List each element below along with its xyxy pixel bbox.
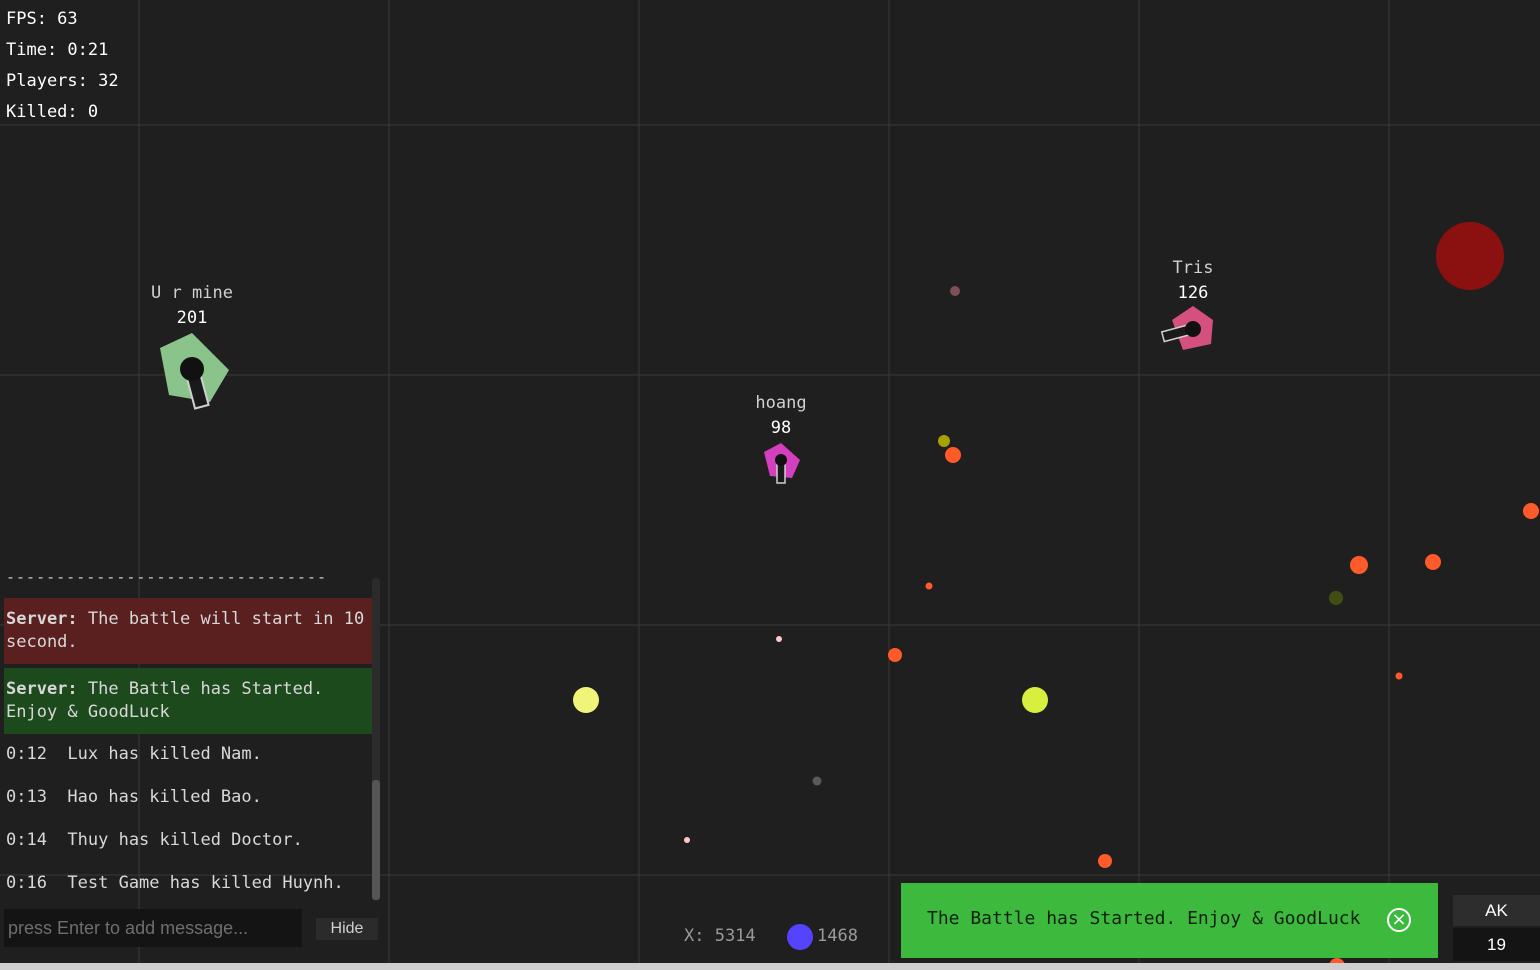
tank-turret <box>180 357 204 381</box>
player-tank-u-r-mine[interactable]: U r mine 201 <box>151 283 233 410</box>
orb <box>776 636 782 642</box>
bottom-edge-bar <box>0 963 1540 970</box>
coordinates-readout: X: 5314 1468 <box>684 926 858 946</box>
player-score: 98 <box>771 418 791 438</box>
chat-panel: -------------------------------- Server:… <box>0 566 380 970</box>
battle-notification: The Battle has Started. Enjoy & GoodLuck… <box>901 883 1438 958</box>
chat-message-kill: 0:14 Thuy has killed Doctor. <box>6 830 303 850</box>
orb <box>1395 672 1403 680</box>
chat-scrollbar-thumb[interactable] <box>372 780 380 900</box>
player-score: 201 <box>177 308 208 328</box>
player-tank-tris[interactable]: Tris 126 <box>1160 258 1214 350</box>
orb <box>1098 854 1112 868</box>
chat-message-kill: 0:16 Test Game has killed Huynh. <box>6 873 344 893</box>
chat-message-kill: 0:12 Lux has killed Nam. <box>6 744 262 764</box>
fps-counter: FPS: 63 <box>6 9 78 29</box>
orb <box>945 447 961 463</box>
chat-message-server: Server: The battle will start in 10 seco… <box>4 598 372 664</box>
chat-scrollbar[interactable] <box>372 578 380 900</box>
weapon-ammo: 19 <box>1453 928 1540 961</box>
orb <box>1523 503 1539 519</box>
player-score: 126 <box>1178 283 1209 303</box>
orb <box>1436 222 1504 290</box>
notification-text: The Battle has Started. Enjoy & GoodLuck <box>927 908 1361 929</box>
player-tank-hoang[interactable]: hoang 98 <box>755 393 807 484</box>
chat-separator: -------------------------------- <box>6 568 327 586</box>
message-sender: Server: <box>6 609 78 629</box>
message-sender: Server: <box>6 679 78 699</box>
self-position-marker <box>787 924 813 950</box>
orb <box>925 582 933 590</box>
orb <box>938 435 950 447</box>
orb <box>888 648 902 662</box>
orb <box>1350 556 1368 574</box>
orb <box>812 776 822 786</box>
tank-turret <box>775 454 787 466</box>
stats-hud: FPS: 63 Time: 0:21 Players: 32 Killed: 0 <box>6 4 119 128</box>
orbs <box>573 222 1539 970</box>
player-name: U r mine <box>151 283 233 303</box>
hide-chat-button[interactable]: Hide <box>316 918 378 940</box>
orb <box>950 286 960 296</box>
close-circle-icon[interactable]: × <box>1387 908 1411 932</box>
orb <box>1022 687 1048 713</box>
tank-turret <box>1185 321 1201 337</box>
orb <box>573 687 599 713</box>
weapon-name: AK <box>1453 895 1540 926</box>
orb <box>684 837 690 843</box>
coord-x: X: 5314 <box>684 926 756 946</box>
player-name: hoang <box>755 393 806 413</box>
players-counter: Players: 32 <box>6 71 119 91</box>
chat-messages[interactable]: Server: The battle will start in 10 seco… <box>4 598 372 906</box>
time-counter: Time: 0:21 <box>6 40 109 60</box>
killed-counter: Killed: 0 <box>6 102 99 122</box>
player-name: Tris <box>1173 258 1214 278</box>
chat-input[interactable] <box>4 909 302 947</box>
chat-message-server: Server: The Battle has Started. Enjoy & … <box>4 668 372 734</box>
weapon-panel: AK 19 <box>1453 895 1540 963</box>
chat-message-kill: 0:13 Hao has killed Bao. <box>6 787 262 807</box>
orb <box>1329 591 1343 605</box>
coord-y: 1468 <box>817 926 858 946</box>
orb <box>1425 554 1441 570</box>
